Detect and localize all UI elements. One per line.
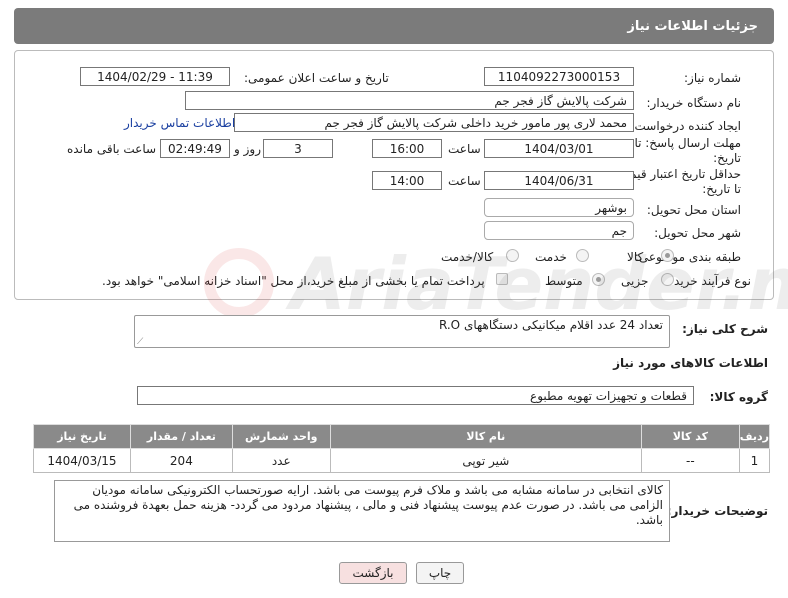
- requester-field: محمد لاری پور مامور خرید داخلی شرکت پالا…: [234, 113, 634, 132]
- category-goods-label: کالا: [627, 250, 644, 264]
- treasury-payment-checkbox[interactable]: [496, 273, 508, 285]
- col-unit: واحد شمارش: [231, 424, 331, 449]
- col-name: نام کالا: [329, 424, 642, 449]
- cell-name: شیر توپی: [329, 448, 642, 473]
- process-minor-radio[interactable]: [661, 273, 674, 286]
- category-goods-service-label: کالا/خدمت: [441, 250, 494, 264]
- cell-qty: 204: [129, 448, 233, 473]
- description-label: شرح کلی نیاز:: [682, 322, 768, 336]
- process-medium-radio[interactable]: [592, 273, 605, 286]
- reply-date-field: 1404/03/01: [484, 139, 634, 158]
- province-field: بوشهر: [484, 198, 634, 217]
- cell-row: 1: [738, 448, 771, 473]
- col-row: ردیف: [738, 424, 771, 449]
- process-minor-label: جزیی: [621, 274, 649, 288]
- reply-deadline-label-1: مهلت ارسال پاسخ: تا: [634, 136, 741, 150]
- buyer-org-label: نام دستگاه خریدار:: [646, 96, 742, 110]
- goods-section-title: اطلاعات کالاهای مورد نیاز: [613, 356, 768, 370]
- category-service-radio[interactable]: [576, 249, 589, 262]
- remaining-hours-label: ساعت باقی مانده: [67, 142, 157, 156]
- price-validity-time-field: 14:00: [372, 171, 442, 190]
- table-header-row: ردیف کد کالا نام کالا واحد شمارش تعداد /…: [33, 424, 771, 449]
- requester-label: ایجاد کننده درخواست:: [630, 119, 741, 133]
- description-textarea: تعداد 24 عدد اقلام میکانیکی دستگاههای R.…: [134, 315, 670, 348]
- goods-group-field: قطعات و تجهیزات تهویه مطبوع: [137, 386, 694, 405]
- description-text: تعداد 24 عدد اقلام میکانیکی دستگاههای R.…: [438, 318, 663, 332]
- price-validity-label-2: تا تاریخ:: [702, 182, 741, 196]
- print-button[interactable]: چاپ: [416, 562, 464, 584]
- process-type-label: نوع فرآیند خرید :: [666, 274, 751, 288]
- treasury-payment-note: پرداخت تمام یا بخشی از مبلغ خرید،از محل …: [102, 274, 485, 288]
- need-number-label: شماره نیاز:: [684, 71, 741, 85]
- page-header: جزئیات اطلاعات نیاز: [14, 8, 774, 44]
- countdown-field: 02:49:49: [160, 139, 230, 158]
- day-and-label: روز و: [234, 142, 261, 156]
- price-hour-label: ساعت: [448, 174, 481, 188]
- days-remaining-field: 3: [263, 139, 333, 158]
- goods-group-label: گروه کالا:: [709, 390, 768, 404]
- buyer-notes-label: توضیحات خریدار:: [666, 504, 768, 518]
- need-number-field: 1104092273000153: [484, 67, 634, 86]
- category-goods-radio[interactable]: [661, 249, 674, 262]
- buyer-notes-textarea: کالای انتخابی در سامانه مشابه می باشد و …: [54, 480, 670, 542]
- buyer-contact-link[interactable]: اطلاعات تماس خریدار: [124, 116, 235, 130]
- cell-date: 1404/03/15: [33, 448, 131, 473]
- province-label: استان محل تحویل:: [646, 203, 741, 217]
- city-label: شهر محل تحویل:: [654, 226, 741, 240]
- reply-time-field: 16:00: [372, 139, 442, 158]
- buyer-org-field: شرکت پالایش گاز فجر جم: [185, 91, 634, 110]
- category-service-label: خدمت: [535, 250, 567, 264]
- cell-unit: عدد: [231, 448, 331, 473]
- items-table: ردیف کد کالا نام کالا واحد شمارش تعداد /…: [33, 424, 771, 473]
- col-date: تاریخ نیاز: [33, 424, 131, 449]
- city-field: جم: [484, 221, 634, 240]
- category-goods-service-radio[interactable]: [506, 249, 519, 262]
- col-code: کد کالا: [640, 424, 740, 449]
- price-validity-date-field: 1404/06/31: [484, 171, 634, 190]
- announce-datetime-field: 1404/02/29 - 11:39: [80, 67, 230, 86]
- buyer-notes-text: کالای انتخابی در سامانه مشابه می باشد و …: [73, 483, 663, 527]
- back-button[interactable]: بازگشت: [339, 562, 407, 584]
- resize-grip-icon[interactable]: ⟋: [137, 337, 143, 347]
- table-row[interactable]: 1 -- شیر توپی عدد 204 1404/03/15: [33, 448, 771, 473]
- reply-hour-label: ساعت: [448, 142, 481, 156]
- reply-deadline-label-2: تاریخ:: [713, 151, 741, 165]
- category-label: طبقه بندی موضوعی:: [634, 250, 741, 264]
- announce-datetime-label: تاریخ و ساعت اعلان عمومی:: [244, 71, 389, 85]
- cell-code: --: [640, 448, 740, 473]
- process-medium-label: متوسط: [545, 274, 583, 288]
- page-title: جزئیات اطلاعات نیاز: [627, 19, 758, 34]
- col-qty: تعداد / مقدار: [129, 424, 233, 449]
